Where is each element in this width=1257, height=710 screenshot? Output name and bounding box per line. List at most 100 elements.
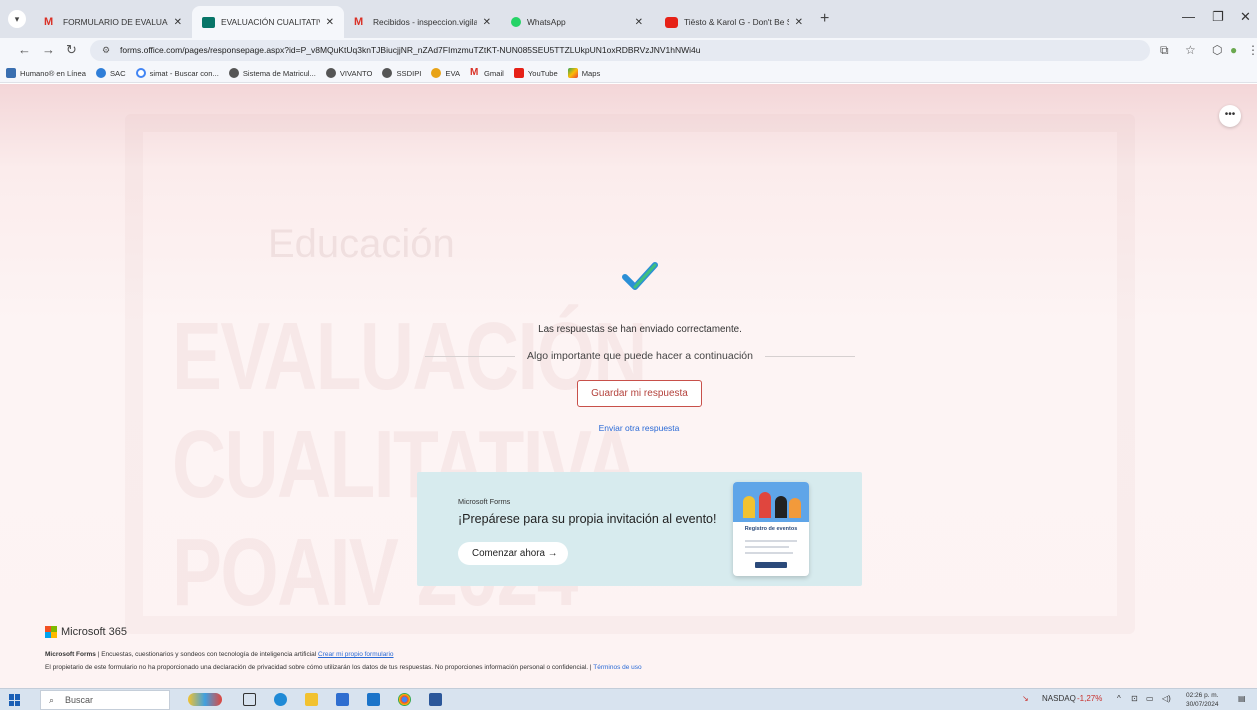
notifications-icon[interactable]: ▤	[1238, 694, 1246, 703]
extensions-icon[interactable]: ⬡	[1212, 43, 1222, 57]
forms-response-page: Educación EVALUACIÓN CUALITATIVA POAIV 2…	[0, 84, 1257, 688]
save-response-button[interactable]: Guardar mi respuesta	[577, 380, 702, 407]
bookmark-sistema[interactable]: Sistema de Matricul...	[228, 68, 316, 78]
mail-icon[interactable]	[367, 693, 380, 706]
tab-whatsapp[interactable]: WhatsApp ✕	[501, 6, 653, 38]
browser-tab-strip: ▾ M FORMULARIO DE EVALUACIÓN ✕ EVALUACIÓ…	[0, 0, 1257, 38]
address-bar[interactable]: ⚙ forms.office.com/pages/responsepage.as…	[90, 40, 1150, 61]
eva-icon	[431, 68, 442, 78]
store-icon[interactable]	[336, 693, 349, 706]
illustration-people-icon	[733, 482, 809, 522]
bookmark-humano[interactable]: Humano® en Línea	[6, 68, 86, 78]
taskbar-search-box[interactable]: ⌕ Buscar	[40, 690, 170, 710]
event-registration-illustration: Registro de eventos	[733, 482, 809, 576]
stock-change: -1,27%	[1077, 694, 1103, 703]
search-icon: ⌕	[49, 695, 55, 705]
illustration-button	[755, 562, 787, 568]
tab-search-icon[interactable]: ▾	[8, 10, 26, 28]
bookmark-icon	[6, 68, 16, 78]
tab-recibidos[interactable]: M Recibidos - inspeccion.vigilanc ✕	[344, 6, 501, 38]
illustration-title: Registro de eventos	[744, 526, 798, 532]
whatsapp-icon	[511, 17, 521, 27]
promo-title: ¡Prepárese para su propia invitación al …	[458, 512, 717, 526]
stock-chart-icon: ↘	[1022, 694, 1029, 703]
promo-brand: Microsoft Forms	[458, 497, 511, 506]
close-tab-icon[interactable]: ✕	[635, 17, 643, 28]
profile-icon[interactable]: ●	[1230, 43, 1237, 57]
maximize-button[interactable]: ❐	[1212, 9, 1224, 25]
gmail-icon: M	[44, 15, 54, 28]
new-tab-button[interactable]: +	[820, 10, 829, 28]
globe-icon	[382, 68, 393, 78]
next-steps-divider: Algo importante que puede hacer a contin…	[425, 349, 856, 363]
word-icon[interactable]	[429, 693, 442, 706]
divider-line	[764, 355, 856, 357]
globe-icon	[325, 68, 336, 78]
file-explorer-icon[interactable]	[305, 693, 318, 706]
create-form-link[interactable]: Crear mi propio formulario	[318, 651, 394, 658]
background-subtitle: Educación	[268, 222, 455, 266]
windows-start-icon[interactable]	[9, 694, 21, 706]
gmail-icon: M	[470, 67, 479, 78]
promo-card: Microsoft Forms ¡Prepárese para su propi…	[417, 472, 862, 586]
volume-icon[interactable]: ◁)	[1162, 694, 1171, 703]
chrome-icon[interactable]	[398, 693, 411, 706]
tab-formulario[interactable]: M FORMULARIO DE EVALUACIÓN ✕	[34, 6, 192, 38]
close-tab-icon[interactable]: ✕	[795, 17, 803, 28]
task-view-icon[interactable]	[243, 693, 256, 706]
bookmark-gmail[interactable]: M Gmail	[470, 68, 504, 78]
show-hidden-icons-icon[interactable]: ^	[1117, 694, 1121, 703]
close-tab-icon[interactable]: ✕	[326, 17, 334, 28]
bookmark-ssdipi[interactable]: SSDIPI	[382, 68, 421, 78]
bookmark-vivanto[interactable]: VIVANTO	[325, 68, 372, 78]
youtube-icon	[665, 16, 678, 28]
microsoft-365-brand: Microsoft 365	[45, 626, 127, 638]
terms-of-use-link[interactable]: Términos de uso	[593, 664, 641, 671]
tab-evaluacion[interactable]: EVALUACIÓN CUALITATIVA POA ✕	[192, 6, 344, 38]
widgets-icon[interactable]	[188, 693, 222, 706]
close-window-button[interactable]: ✕	[1240, 9, 1251, 25]
illustration-text-line	[745, 552, 793, 554]
globe-icon	[228, 68, 239, 78]
reload-icon[interactable]: ↻	[66, 42, 77, 58]
tab-youtube[interactable]: Tiësto & Karol G - Don't Be Shy ✕	[655, 6, 813, 38]
battery-icon[interactable]: ▭	[1146, 694, 1154, 703]
illustration-text-line	[745, 546, 789, 548]
minimize-button[interactable]: —	[1182, 9, 1195, 24]
maps-icon	[567, 68, 578, 78]
network-icon[interactable]: ⊡	[1131, 694, 1138, 703]
footer-line-1: Microsoft Forms | Encuestas, cuestionari…	[45, 651, 394, 658]
install-app-icon[interactable]: ⧉	[1160, 43, 1169, 58]
menu-kebab-icon[interactable]: ⋮	[1247, 43, 1257, 57]
browser-toolbar: ← → ↻ ⚙ forms.office.com/pages/responsep…	[0, 38, 1257, 64]
back-icon[interactable]: ←	[18, 42, 31, 57]
more-options-button[interactable]: •••	[1219, 105, 1241, 127]
forms-icon	[202, 16, 215, 28]
get-started-button[interactable]: Comenzar ahora →	[458, 542, 568, 565]
stock-name[interactable]: NASDAQ	[1042, 694, 1076, 703]
bookmark-icon	[95, 68, 106, 78]
bookmark-star-icon[interactable]: ☆	[1185, 43, 1196, 57]
footer-line-2: El propietario de este formulario no ha …	[45, 664, 642, 671]
close-tab-icon[interactable]: ✕	[174, 17, 182, 28]
google-icon	[135, 68, 146, 78]
bookmark-eva[interactable]: EVA	[431, 68, 460, 78]
success-message: Las respuestas se han enviado correctame…	[538, 324, 742, 335]
system-clock[interactable]: 02:26 p. m. 30/07/2024	[1186, 691, 1219, 709]
site-settings-icon[interactable]: ⚙	[102, 40, 110, 61]
youtube-icon	[513, 68, 524, 78]
edge-icon[interactable]	[274, 693, 287, 706]
microsoft-logo-icon	[45, 626, 57, 638]
windows-taskbar: ⌕ Buscar ↘ NASDAQ -1,27% ^ ⊡ ▭ ◁) 02:26 …	[0, 688, 1257, 710]
next-steps-heading: Algo importante que puede hacer a contin…	[527, 350, 753, 362]
forward-icon[interactable]: →	[42, 42, 55, 57]
submit-another-link[interactable]: Enviar otra respuesta	[0, 423, 1257, 433]
bookmark-simat[interactable]: simat - Buscar con...	[135, 68, 219, 78]
gmail-icon: M	[354, 15, 364, 28]
divider-line	[425, 355, 516, 357]
bookmark-maps[interactable]: Maps	[567, 68, 600, 78]
illustration-text-line	[745, 540, 797, 542]
close-tab-icon[interactable]: ✕	[483, 17, 491, 28]
bookmark-youtube[interactable]: YouTube	[513, 68, 558, 78]
bookmark-sac[interactable]: SAC	[95, 68, 126, 78]
